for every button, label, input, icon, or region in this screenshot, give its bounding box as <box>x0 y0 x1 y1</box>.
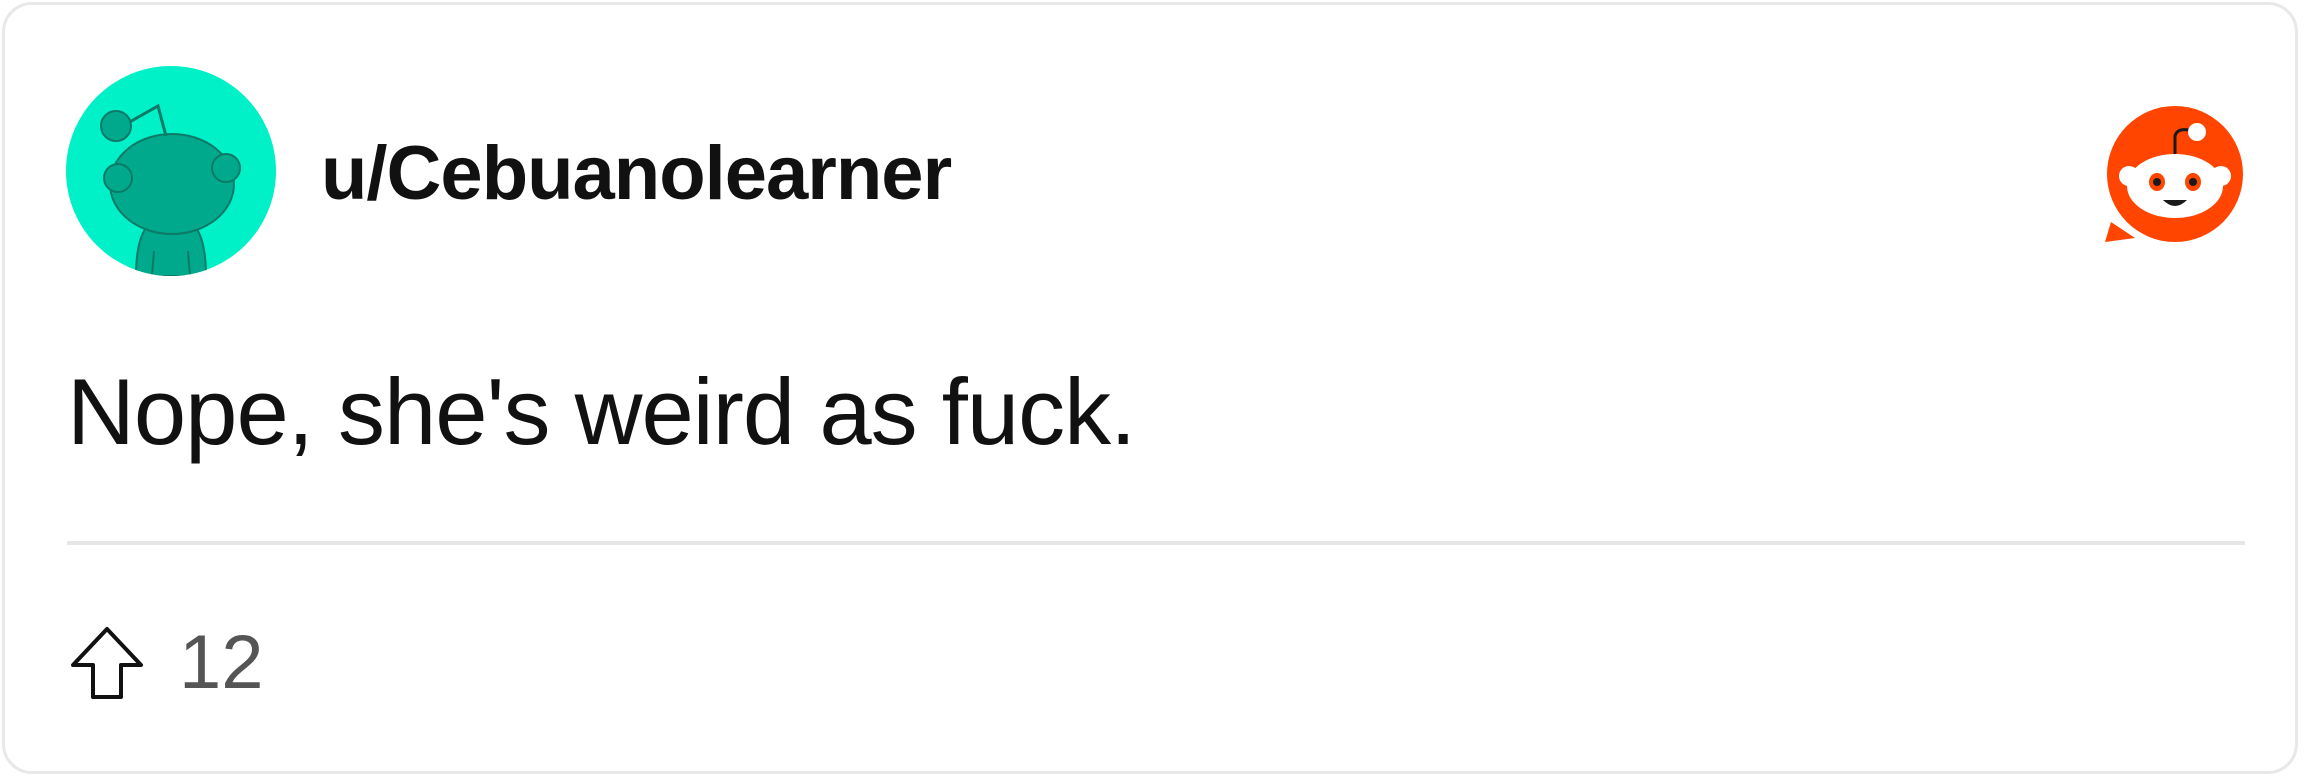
reddit-logo-icon <box>2105 106 2243 242</box>
comment-card: u/Cebuanolearner Nope, she's weird as fu… <box>2 2 2298 774</box>
username[interactable]: u/Cebuanolearner <box>321 131 952 217</box>
upvote-control[interactable]: 12 <box>69 623 264 703</box>
comment-body: Nope, she's weird as fuck. <box>67 359 1136 464</box>
user-avatar[interactable] <box>66 66 276 276</box>
upvote-arrow-icon[interactable] <box>69 625 145 701</box>
snoo-avatar-icon <box>100 103 241 276</box>
upvote-count: 12 <box>179 620 264 705</box>
divider <box>67 541 2245 545</box>
brand-logo <box>2101 102 2249 250</box>
